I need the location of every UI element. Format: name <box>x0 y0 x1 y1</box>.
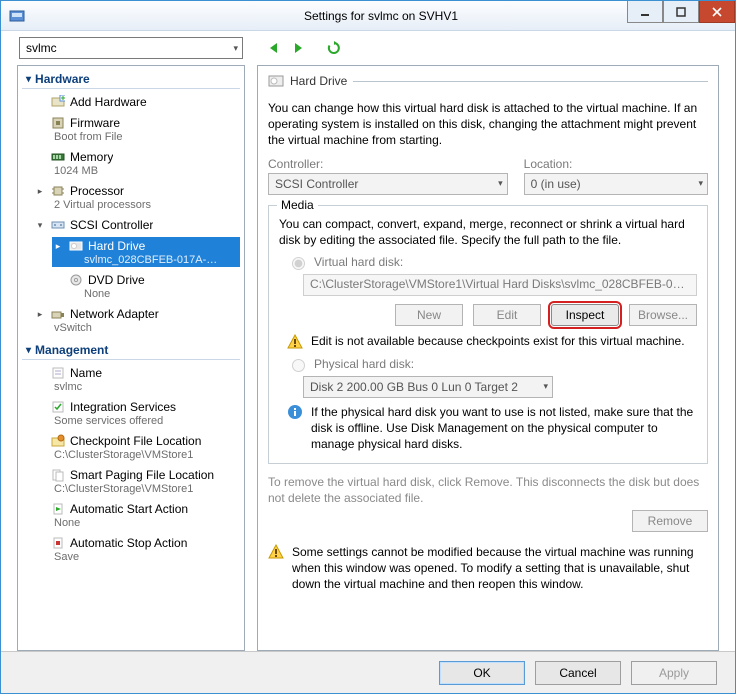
physical-disk-combo[interactable]: Disk 2 200.00 GB Bus 0 Lun 0 Target 2 ▾ <box>303 376 553 398</box>
processor-icon <box>50 183 66 199</box>
network-icon <box>50 306 66 322</box>
physical-disk-value: Disk 2 200.00 GB Bus 0 Lun 0 Target 2 <box>310 380 518 394</box>
vhd-radio[interactable]: Virtual hard disk: <box>287 254 697 270</box>
title-bar: Settings for svlmc on SVHV1 <box>1 1 735 31</box>
cancel-button[interactable]: Cancel <box>535 661 621 685</box>
back-button[interactable] <box>265 39 283 57</box>
hard-drive-icon <box>68 238 84 254</box>
media-fieldset: Media You can compact, convert, expand, … <box>268 205 708 464</box>
vhd-radio-input[interactable] <box>292 257 305 270</box>
media-description: You can compact, convert, expand, merge,… <box>279 216 697 248</box>
panel-header: Hard Drive <box>268 74 708 92</box>
vhd-radio-label: Virtual hard disk: <box>314 255 403 269</box>
tree-memory[interactable]: Memory 1024 MB <box>18 146 244 180</box>
tree-network-adapter[interactable]: ▸Network Adapter vSwitch <box>18 303 244 337</box>
tree-smart-paging[interactable]: Smart Paging File Location C:\ClusterSto… <box>18 464 244 498</box>
toolbar: svlmc ▾ <box>1 31 735 65</box>
physical-radio-input[interactable] <box>292 359 305 372</box>
tree-scsi-controller[interactable]: ▾SCSI Controller <box>18 214 244 235</box>
forward-button[interactable] <box>289 39 307 57</box>
memory-icon <box>50 149 66 165</box>
vhd-button-row: New Edit Inspect Browse... <box>303 304 697 326</box>
attachment-row: Controller: SCSI Controller ▾ Location: 0… <box>268 157 708 195</box>
details-panel: Hard Drive You can change how this virtu… <box>257 65 719 651</box>
edit-button[interactable]: Edit <box>473 304 541 326</box>
tree-checkpoint-location[interactable]: Checkpoint File Location C:\ClusterStora… <box>18 430 244 464</box>
media-legend: Media <box>277 198 318 212</box>
controller-combo[interactable]: SCSI Controller ▾ <box>268 173 508 195</box>
tree-auto-stop[interactable]: Automatic Stop Action Save <box>18 532 244 566</box>
checkpoint-icon <box>50 433 66 449</box>
autostart-icon <box>50 501 66 517</box>
panel-title: Hard Drive <box>290 74 347 88</box>
warning-icon <box>268 544 284 560</box>
location-label: Location: <box>524 157 708 171</box>
ok-button[interactable]: OK <box>439 661 525 685</box>
hard-drive-icon <box>268 74 284 88</box>
name-icon <box>50 365 66 381</box>
remove-note: To remove the virtual hard disk, click R… <box>268 474 708 506</box>
tree-integration-services[interactable]: Integration Services Some services offer… <box>18 396 244 430</box>
running-warning: Some settings cannot be modified because… <box>268 544 708 593</box>
edit-warning-text: Edit is not available because checkpoint… <box>311 334 685 348</box>
physical-info-text: If the physical hard disk you want to us… <box>311 404 697 453</box>
info-icon <box>287 404 303 420</box>
vhd-path-textbox[interactable]: C:\ClusterStorage\VMStore1\Virtual Hard … <box>303 274 697 296</box>
close-button[interactable] <box>699 1 735 23</box>
minimize-button[interactable] <box>627 1 663 23</box>
tree-add-hardware[interactable]: Add Hardware <box>18 91 244 112</box>
dvd-icon <box>68 272 84 288</box>
maximize-button[interactable] <box>663 1 699 23</box>
chevron-down-icon: ▾ <box>233 43 238 54</box>
autostop-icon <box>50 535 66 551</box>
app-icon <box>7 6 27 26</box>
physical-info: If the physical hard disk you want to us… <box>287 404 697 453</box>
window-controls <box>627 1 735 23</box>
new-button[interactable]: New <box>395 304 463 326</box>
chip-icon <box>50 115 66 131</box>
nav-buttons <box>265 39 343 57</box>
refresh-button[interactable] <box>325 39 343 57</box>
panel-description: You can change how this virtual hard dis… <box>268 100 708 149</box>
main-area: Hardware Add Hardware Firmware Boot from… <box>1 65 735 651</box>
physical-radio-label: Physical hard disk: <box>314 357 414 371</box>
tree-firmware[interactable]: Firmware Boot from File <box>18 112 244 146</box>
tree-processor[interactable]: ▸Processor 2 Virtual processors <box>18 180 244 214</box>
controller-value: SCSI Controller <box>275 177 358 191</box>
add-hardware-icon <box>50 94 66 110</box>
running-warning-text: Some settings cannot be modified because… <box>292 544 708 593</box>
tree-hard-drive[interactable]: ▸Hard Drive svlmc_028CBFEB-017A-4DA6-... <box>18 235 244 269</box>
edit-warning: Edit is not available because checkpoint… <box>287 334 697 350</box>
hardware-header[interactable]: Hardware <box>22 70 240 89</box>
chevron-down-icon: ▾ <box>543 381 548 392</box>
paging-icon <box>50 467 66 483</box>
management-header[interactable]: Management <box>22 341 240 360</box>
scsi-icon <box>50 217 66 233</box>
chevron-down-icon: ▾ <box>698 178 703 189</box>
dialog-button-bar: OK Cancel Apply <box>1 651 735 693</box>
tree-name[interactable]: Name svlmc <box>18 362 244 396</box>
vm-selector-value: svlmc <box>26 41 57 55</box>
physical-radio[interactable]: Physical hard disk: <box>287 356 697 372</box>
location-value: 0 (in use) <box>531 177 581 191</box>
vm-selector[interactable]: svlmc ▾ <box>19 37 243 59</box>
settings-tree: Hardware Add Hardware Firmware Boot from… <box>17 65 245 651</box>
controller-label: Controller: <box>268 157 508 171</box>
apply-button[interactable]: Apply <box>631 661 717 685</box>
tree-auto-start[interactable]: Automatic Start Action None <box>18 498 244 532</box>
inspect-button[interactable]: Inspect <box>551 304 619 326</box>
warning-icon <box>287 334 303 350</box>
chevron-down-icon: ▾ <box>498 178 503 189</box>
tree-dvd-drive[interactable]: DVD Drive None <box>18 269 244 303</box>
remove-button[interactable]: Remove <box>632 510 708 532</box>
browse-button[interactable]: Browse... <box>629 304 697 326</box>
services-icon <box>50 399 66 415</box>
location-combo[interactable]: 0 (in use) ▾ <box>524 173 708 195</box>
